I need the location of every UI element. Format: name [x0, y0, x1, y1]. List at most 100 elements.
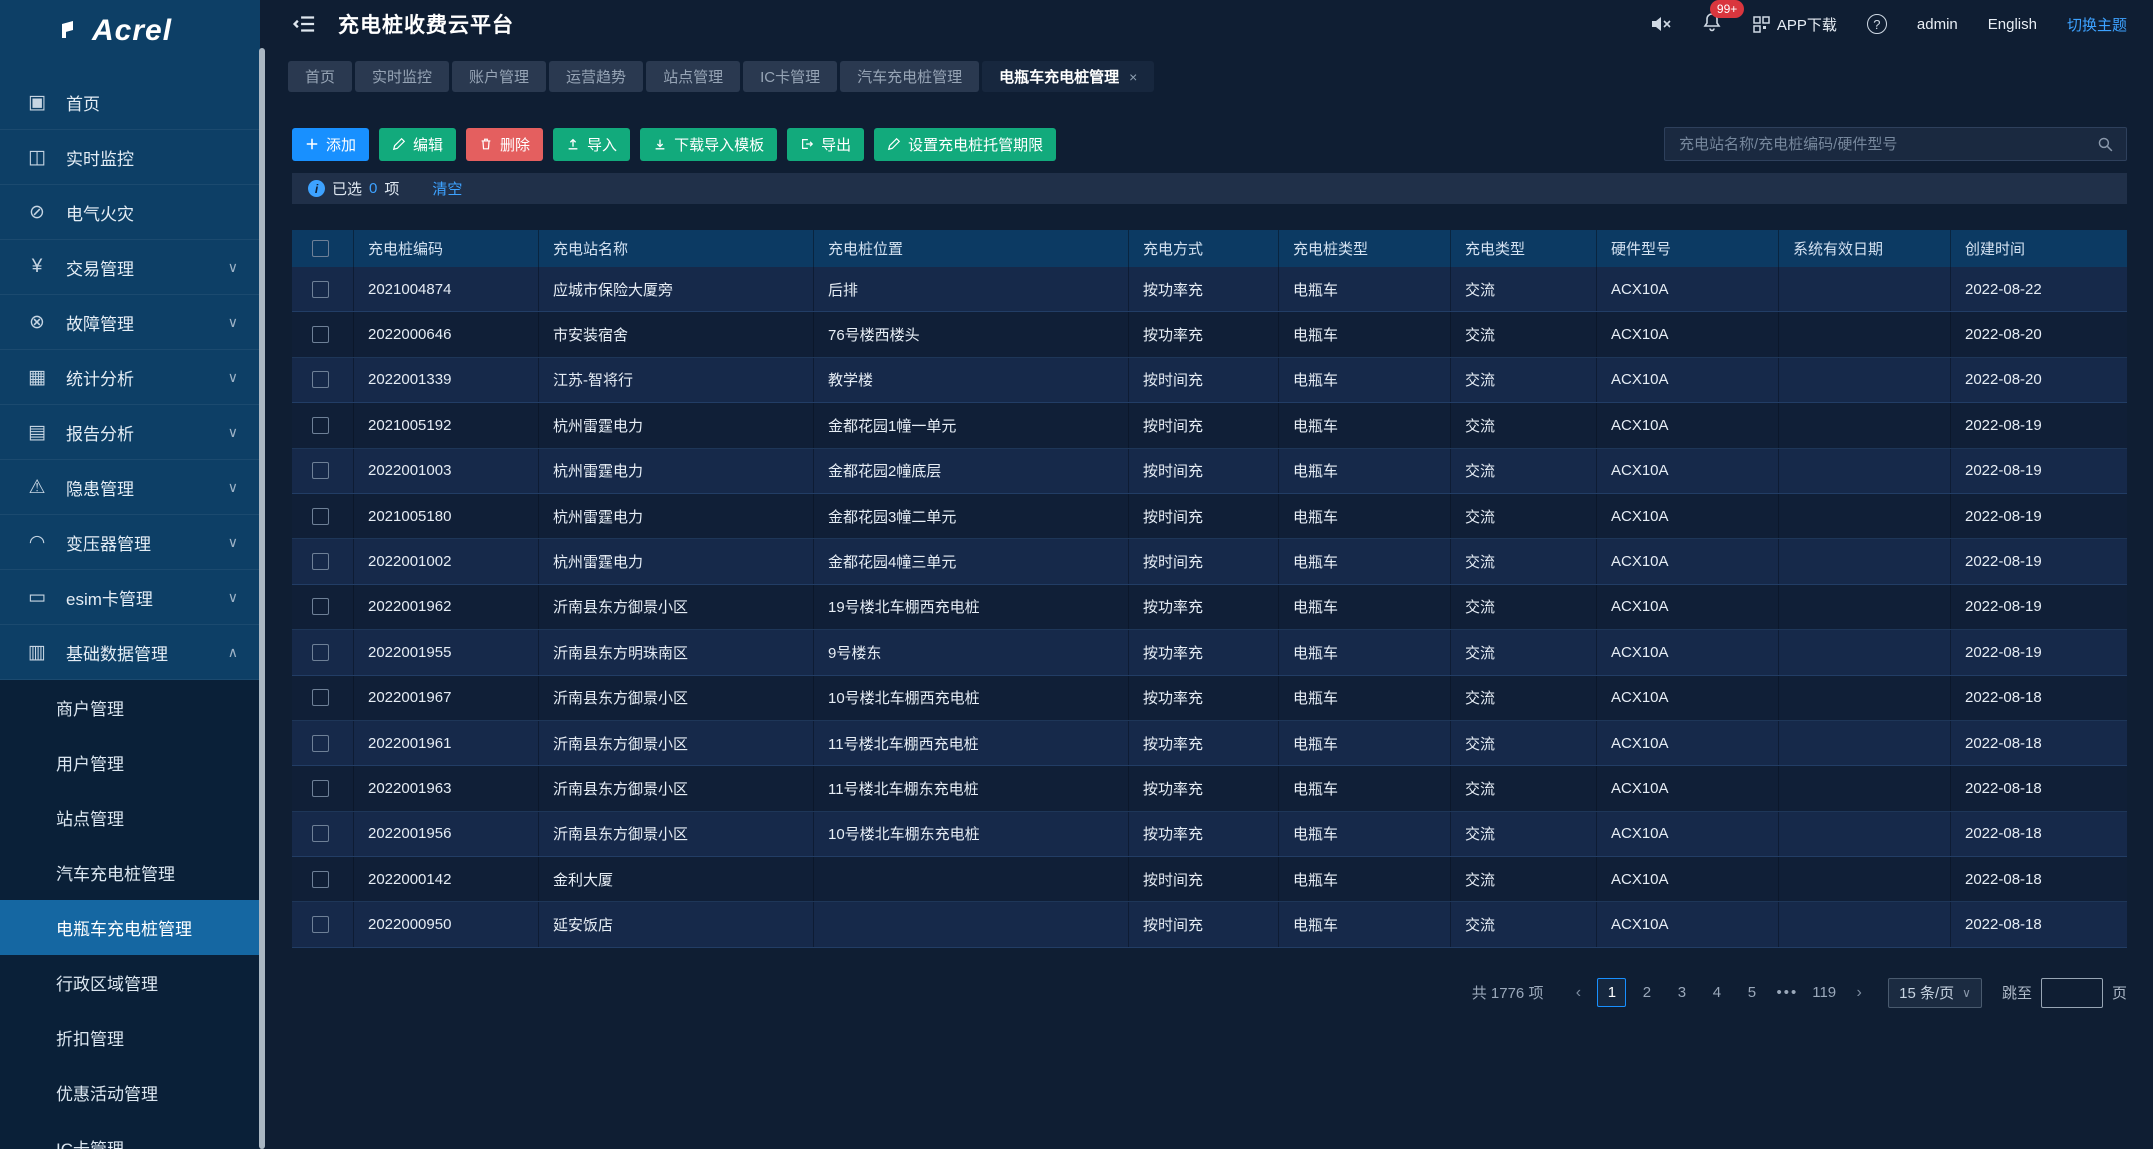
set-hosting-period-button[interactable]: 设置充电桩托管期限 — [874, 128, 1056, 161]
tab[interactable]: 站点管理 × — [646, 61, 740, 92]
sidebar-item[interactable]: ⊘ 电气火灾 — [0, 185, 260, 240]
app-download[interactable]: APP下载 — [1752, 14, 1837, 35]
sidebar-item[interactable]: ⚠ 隐患管理 ∨ — [0, 460, 260, 515]
table-row[interactable]: 2022001962 沂南县东方御景小区 19号楼北车棚西充电桩 按功率充 电瓶… — [292, 585, 2127, 630]
help-icon[interactable]: ? — [1867, 14, 1887, 34]
sidebar-submenu-item[interactable]: IC卡管理 — [0, 1120, 260, 1149]
sidebar-item[interactable]: ▦ 统计分析 ∨ — [0, 350, 260, 405]
jump-page-input[interactable] — [2041, 978, 2103, 1008]
table-row[interactable]: 2022001961 沂南县东方御景小区 11号楼北车棚西充电桩 按功率充 电瓶… — [292, 721, 2127, 766]
table-row[interactable]: 2022000646 市安装宿舍 76号楼西楼头 按功率充 电瓶车 交流 ACX… — [292, 312, 2127, 357]
table-row[interactable]: 2022000950 延安饭店 按时间充 电瓶车 交流 ACX10A 2022-… — [292, 902, 2127, 947]
row-checkbox[interactable] — [312, 462, 329, 479]
sidebar-item-label: 变压器管理 — [66, 530, 151, 555]
table-row[interactable]: 2022001963 沂南县东方御景小区 11号楼北车棚东充电桩 按功率充 电瓶… — [292, 766, 2127, 811]
page-size-select[interactable]: 15 条/页 ∨ — [1888, 978, 1982, 1008]
cell-station: 杭州雷霆电力 — [539, 403, 814, 447]
table-row[interactable]: 2022000142 金利大厦 按时间充 电瓶车 交流 ACX10A 2022-… — [292, 857, 2127, 902]
row-checkbox[interactable] — [312, 371, 329, 388]
row-checkbox[interactable] — [312, 553, 329, 570]
row-checkbox[interactable] — [312, 644, 329, 661]
page-number[interactable]: 1 — [1597, 978, 1626, 1007]
sidebar-item[interactable]: ▭ esim卡管理 ∨ — [0, 570, 260, 625]
notifications[interactable]: 99+ — [1702, 12, 1722, 37]
row-checkbox[interactable] — [312, 825, 329, 842]
page-number[interactable]: 2 — [1632, 978, 1661, 1007]
sidebar-submenu-item[interactable]: 用户管理 — [0, 735, 260, 790]
sidebar-item-label: 实时监控 — [66, 145, 134, 170]
clear-selection-link[interactable]: 清空 — [432, 178, 462, 199]
content: 添加 编辑 删除 导入 下载导入模板 — [266, 127, 2153, 1008]
sidebar-item[interactable]: ¥ 交易管理 ∨ — [0, 240, 260, 295]
sidebar-submenu-item[interactable]: 站点管理 — [0, 790, 260, 845]
chevron-down-icon: ∨ — [1962, 986, 1971, 1000]
row-checkbox[interactable] — [312, 689, 329, 706]
statistics-icon: ▦ — [26, 366, 48, 389]
row-checkbox[interactable] — [312, 326, 329, 343]
sidebar-item[interactable]: ⊗ 故障管理 ∨ — [0, 295, 260, 350]
export-button[interactable]: 导出 — [787, 128, 864, 161]
cell-station: 沂南县东方御景小区 — [539, 585, 814, 629]
prev-page-icon[interactable]: ‹ — [1565, 984, 1591, 1002]
sidebar-item[interactable]: ◫ 实时监控 — [0, 130, 260, 185]
page-number[interactable]: 3 — [1667, 978, 1696, 1007]
table-row[interactable]: 2022001967 沂南县东方御景小区 10号楼北车棚西充电桩 按功率充 电瓶… — [292, 676, 2127, 721]
row-checkbox[interactable] — [312, 871, 329, 888]
row-checkbox[interactable] — [312, 735, 329, 752]
import-button[interactable]: 导入 — [553, 128, 630, 161]
export-icon — [800, 137, 814, 151]
selection-prefix: 已选 — [332, 178, 362, 199]
select-all-checkbox[interactable] — [312, 240, 329, 257]
tab[interactable]: 电瓶车充电桩管理 × — [982, 61, 1154, 92]
page-number[interactable]: 4 — [1702, 978, 1731, 1007]
row-checkbox[interactable] — [312, 281, 329, 298]
table-row[interactable]: 2021004874 应城市保险大厦旁 后排 按功率充 电瓶车 交流 ACX10… — [292, 267, 2127, 312]
sidebar-item[interactable]: ◠ 变压器管理 ∨ — [0, 515, 260, 570]
tab[interactable]: IC卡管理 × — [743, 61, 837, 92]
download-template-button[interactable]: 下载导入模板 — [640, 128, 777, 161]
sidebar-submenu-item[interactable]: 优惠活动管理 — [0, 1065, 260, 1120]
delete-button[interactable]: 删除 — [466, 128, 543, 161]
table-row[interactable]: 2022001955 沂南县东方明珠南区 9号楼东 按功率充 电瓶车 交流 AC… — [292, 630, 2127, 675]
table-row[interactable]: 2022001002 杭州雷霆电力 金都花园4幢三单元 按时间充 电瓶车 交流 … — [292, 539, 2127, 584]
page-number[interactable]: 5 — [1737, 978, 1766, 1007]
row-checkbox[interactable] — [312, 598, 329, 615]
add-button[interactable]: 添加 — [292, 128, 369, 161]
collapse-sidebar-icon[interactable] — [292, 11, 318, 37]
sidebar-submenu-item[interactable]: 电瓶车充电桩管理 — [0, 900, 260, 955]
row-checkbox[interactable] — [312, 417, 329, 434]
search-input[interactable] — [1679, 136, 2097, 153]
tab[interactable]: 运营趋势 × — [549, 61, 643, 92]
table-row[interactable]: 2022001003 杭州雷霆电力 金都花园2幢底层 按时间充 电瓶车 交流 A… — [292, 449, 2127, 494]
username[interactable]: admin — [1917, 16, 1958, 33]
sidebar-submenu-item[interactable]: 商户管理 — [0, 680, 260, 735]
pencil-icon — [887, 137, 901, 151]
last-page-number[interactable]: 119 — [1808, 978, 1840, 1007]
table-row[interactable]: 2022001339 江苏-智将行 教学楼 按时间充 电瓶车 交流 ACX10A… — [292, 358, 2127, 403]
row-checkbox[interactable] — [312, 916, 329, 933]
sidebar-submenu-item[interactable]: 行政区域管理 — [0, 955, 260, 1010]
sidebar-item[interactable]: ▤ 报告分析 ∨ — [0, 405, 260, 460]
main-area: 充电桩收费云平台 99+ — [266, 0, 2153, 1149]
sidebar-submenu-item[interactable]: 折扣管理 — [0, 1010, 260, 1065]
tab[interactable]: 账户管理 × — [452, 61, 546, 92]
tab[interactable]: 实时监控 × — [355, 61, 449, 92]
sidebar-scrollbar[interactable] — [259, 48, 265, 1149]
tab-close-icon[interactable]: × — [1129, 69, 1137, 85]
table-row[interactable]: 2021005192 杭州雷霆电力 金都花园1幢一单元 按时间充 电瓶车 交流 … — [292, 403, 2127, 448]
search-icon[interactable] — [2097, 136, 2114, 153]
row-checkbox[interactable] — [312, 508, 329, 525]
tab[interactable]: 汽车充电桩管理 × — [840, 61, 979, 92]
table-row[interactable]: 2022001956 沂南县东方御景小区 10号楼北车棚东充电桩 按功率充 电瓶… — [292, 812, 2127, 857]
table-row[interactable]: 2021005180 杭州雷霆电力 金都花园3幢二单元 按时间充 电瓶车 交流 … — [292, 494, 2127, 539]
row-checkbox[interactable] — [312, 780, 329, 797]
tab[interactable]: 首页 × — [288, 61, 352, 92]
next-page-icon[interactable]: › — [1846, 984, 1872, 1002]
sidebar-submenu-item[interactable]: 汽车充电桩管理 — [0, 845, 260, 900]
theme-switch-link[interactable]: 切换主题 — [2067, 14, 2127, 35]
sidebar-item[interactable]: ▥ 基础数据管理 ∧ — [0, 625, 260, 680]
mute-icon[interactable] — [1650, 14, 1672, 34]
edit-button[interactable]: 编辑 — [379, 128, 456, 161]
sidebar-item[interactable]: ▣ 首页 — [0, 75, 260, 130]
language-switch[interactable]: English — [1988, 16, 2037, 33]
